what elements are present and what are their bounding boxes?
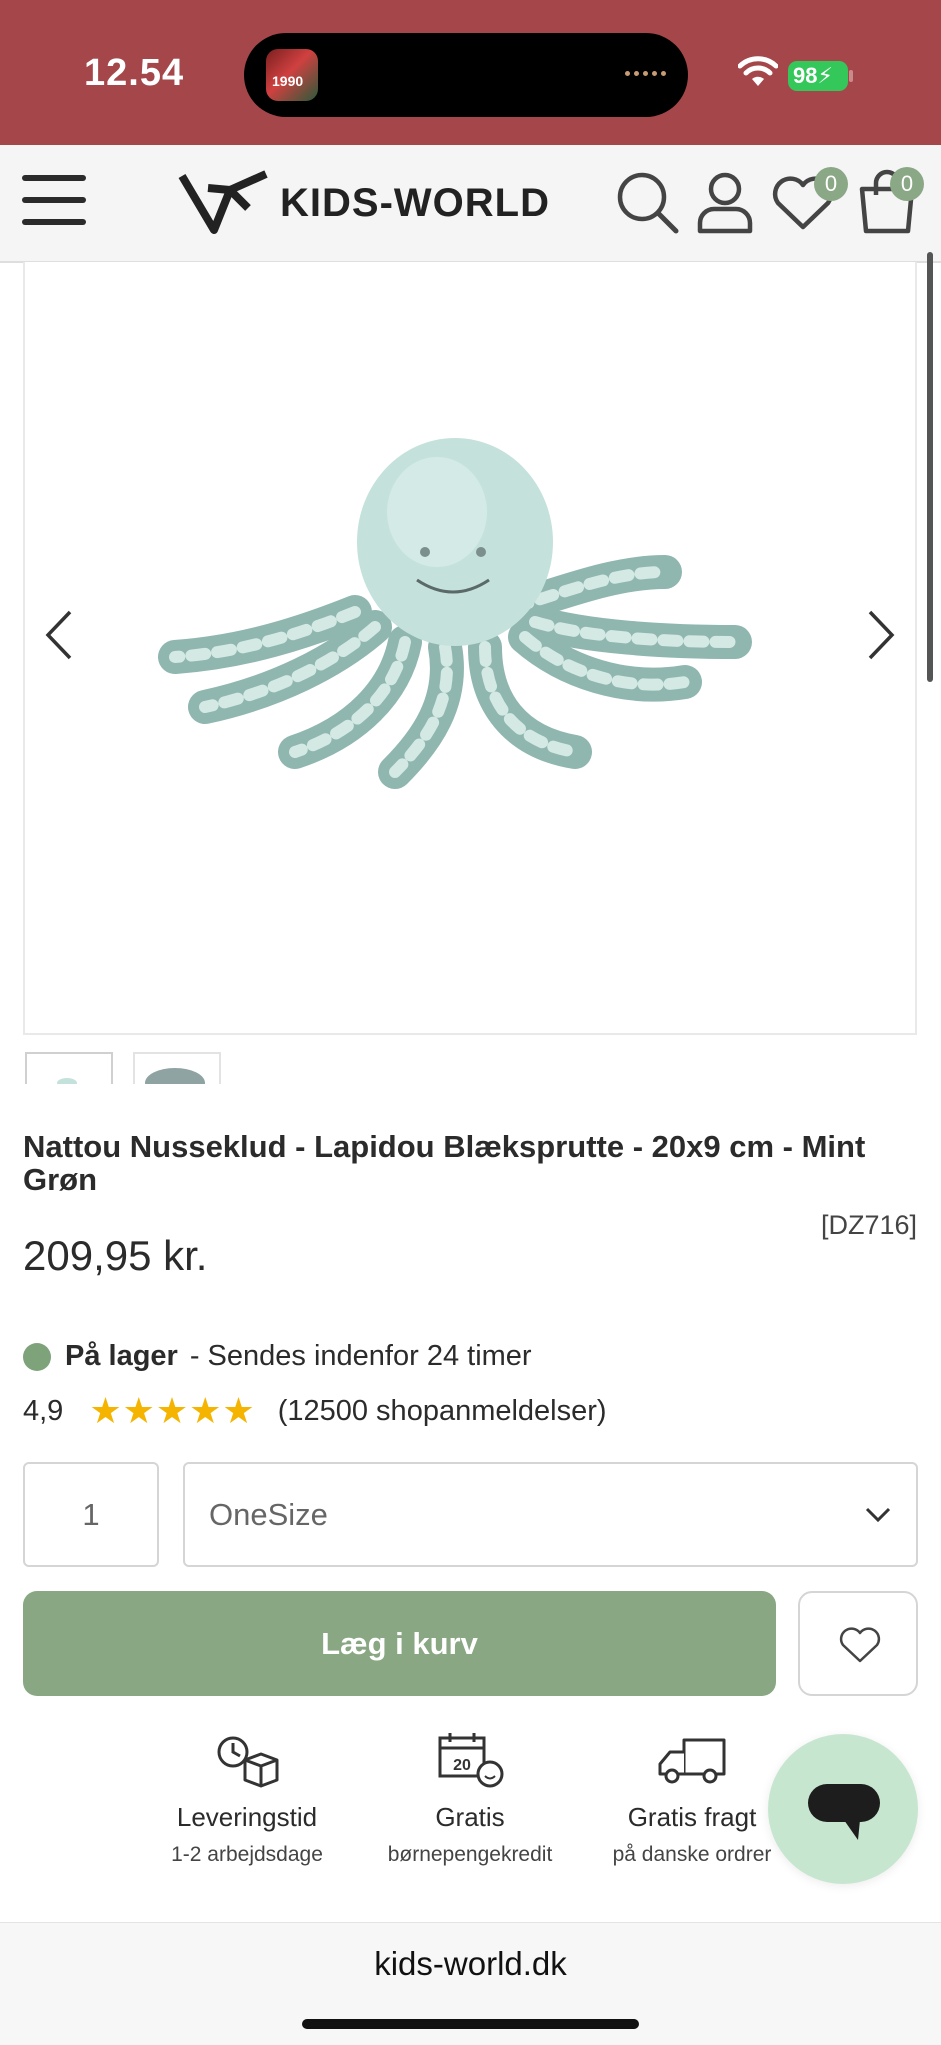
review-count: (12500 shopanmeldelser): [277, 1394, 607, 1427]
star-rating-icon: ★★★★★: [89, 1390, 256, 1431]
in-stock-dot-icon: [23, 1342, 51, 1371]
account-icon[interactable]: [690, 167, 760, 237]
hamburger-menu-icon[interactable]: [22, 175, 86, 231]
wishlist-count-badge: 0: [814, 167, 848, 201]
status-bar: 12.54 1990 98⚡: [0, 0, 941, 145]
thumbnail-2[interactable]: [133, 1052, 221, 1084]
product-image-octopus: [158, 438, 752, 789]
status-time: 12.54: [84, 52, 185, 94]
brand-logo[interactable]: KIDS-WORLD: [178, 167, 550, 239]
search-icon[interactable]: [612, 167, 682, 237]
heart-icon: [839, 1627, 881, 1663]
thumbnail-1[interactable]: [25, 1052, 113, 1084]
product-title: Nattou Nusseklud - Lapidou Blæksprutte -…: [23, 1129, 866, 1197]
cart-count-badge: 0: [890, 167, 924, 201]
chevron-right-icon[interactable]: [856, 600, 906, 670]
now-playing-thumbnail-text: 1990: [272, 73, 304, 89]
usp-delivery-sub: 1-2 arbejdsdage: [171, 1843, 323, 1866]
battery-cap: [849, 70, 853, 82]
wishlist-button[interactable]: 0: [768, 167, 848, 247]
dynamic-island: 1990: [244, 33, 688, 117]
svg-text:20: 20: [453, 1757, 471, 1774]
shop-rating[interactable]: 4,9 ★★★★★ (12500 shopanmeldelser): [23, 1390, 607, 1432]
size-select-value: OneSize: [209, 1497, 328, 1532]
browser-url-bar[interactable]: kids-world.dk: [0, 1922, 941, 2045]
delivery-truck-icon: [658, 1738, 726, 1784]
stock-detail: - Sendes indenfor 24 timer: [189, 1340, 532, 1372]
add-to-cart-button[interactable]: Læg i kurv: [23, 1591, 776, 1696]
rating-score: 4,9: [23, 1394, 64, 1427]
battery-level: 98: [793, 63, 818, 88]
scroll-indicator[interactable]: [927, 252, 933, 682]
now-playing-thumbnail: 1990: [266, 49, 318, 101]
wifi-icon: [738, 56, 778, 86]
url-text[interactable]: kids-world.dk: [0, 1945, 941, 1983]
usp-delivery-title: Leveringstid: [176, 1802, 318, 1832]
add-to-wishlist-button[interactable]: [798, 1591, 918, 1696]
chat-button[interactable]: [768, 1734, 918, 1884]
usp-credit-title: Gratis: [435, 1802, 505, 1832]
battery-indicator: 98⚡: [788, 61, 848, 91]
chat-bubble-icon: [808, 1784, 880, 1840]
usp-shipping-sub: på danske ordrer: [612, 1843, 772, 1866]
calendar-child-icon: 20: [438, 1733, 504, 1788]
site-header: KIDS-WORLD 0 0: [0, 145, 941, 263]
brand-name: KIDS-WORLD: [280, 180, 550, 225]
usp-child-credit: 20 Gratis børnepengekredit: [360, 1730, 580, 1867]
stock-label: På lager: [65, 1340, 178, 1372]
charging-icon: ⚡: [817, 63, 833, 88]
delivery-time-icon: [217, 1736, 279, 1788]
cart-button[interactable]: 0: [852, 167, 932, 247]
product-price: 209,95 kr.: [23, 1232, 208, 1279]
usp-delivery-time: Leveringstid 1-2 arbejdsdage: [137, 1730, 357, 1867]
usp-credit-sub: børnepengekredit: [387, 1843, 553, 1866]
stock-status: På lager - Sendes indenfor 24 timer: [23, 1340, 532, 1373]
chevron-left-icon[interactable]: [34, 600, 84, 670]
size-select[interactable]: OneSize: [183, 1462, 918, 1567]
quantity-input[interactable]: 1: [23, 1462, 159, 1567]
home-indicator[interactable]: [302, 2019, 639, 2029]
audio-wave-icon: [625, 71, 666, 76]
image-thumbnails: [25, 1052, 221, 1084]
product-image-gallery[interactable]: [23, 262, 917, 1035]
chevron-down-icon: [865, 1507, 891, 1523]
product-sku: [DZ716]: [820, 1210, 917, 1240]
kids-world-logo-icon: [178, 170, 268, 234]
